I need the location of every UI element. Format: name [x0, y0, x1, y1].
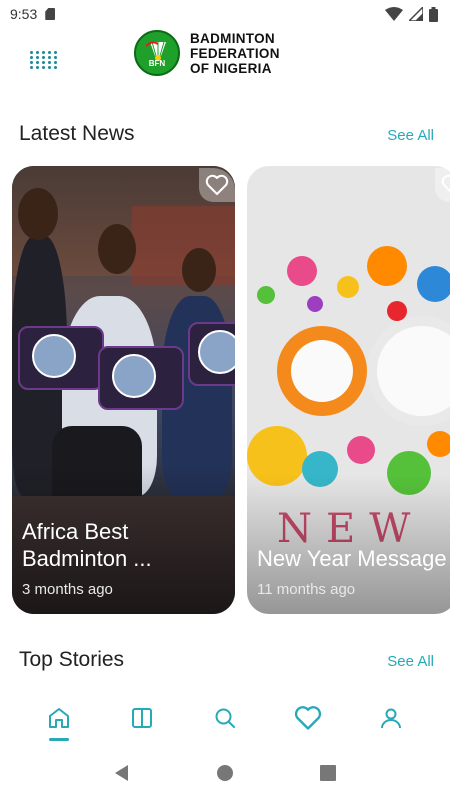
top-stories-title: Top Stories	[19, 648, 125, 671]
bottom-navigation	[0, 690, 450, 746]
logo-line-2: FEDERATION	[190, 45, 280, 61]
news-card-time: 3 months ago	[22, 581, 113, 598]
latest-news-header: Latest News See All	[19, 122, 434, 146]
recents-icon	[320, 765, 337, 781]
nav-home-tab[interactable]	[36, 695, 82, 741]
system-recents-button[interactable]	[308, 753, 348, 793]
nav-library-tab[interactable]	[119, 695, 165, 741]
logo-line-3: OF NIGERIA	[190, 60, 272, 76]
news-card-time: 11 months ago	[257, 581, 356, 598]
system-back-button[interactable]	[102, 753, 142, 793]
profile-icon	[380, 708, 401, 729]
wifi-icon	[385, 7, 403, 21]
top-stories-header: Top Stories See All	[19, 648, 434, 672]
latest-news-see-all-link[interactable]: See All	[387, 127, 434, 144]
logo-line-1: BADMINTON	[190, 30, 275, 46]
home-icon	[49, 708, 70, 728]
status-bar: 9:53	[0, 0, 450, 28]
back-icon	[114, 765, 128, 781]
status-time: 9:53	[10, 6, 38, 22]
search-icon	[215, 708, 235, 728]
federation-logo: BFN BADMINTON FEDERATION OF NIGERIA	[134, 30, 280, 76]
nav-favorites-tab[interactable]	[285, 695, 331, 741]
active-tab-indicator	[49, 738, 70, 741]
menu-button[interactable]	[30, 46, 58, 74]
news-card[interactable]: NEW New Year Message 11 months ago	[247, 166, 450, 614]
logo-text: BADMINTON FEDERATION OF NIGERIA	[190, 31, 280, 76]
news-card-title: New Year Message	[257, 546, 447, 571]
app-header: BFN BADMINTON FEDERATION OF NIGERIA	[0, 28, 450, 90]
heart-icon	[294, 706, 321, 730]
news-carousel[interactable]: Africa Best Badminton ... 3 months ago N…	[12, 166, 450, 616]
latest-news-title: Latest News	[19, 122, 135, 145]
heart-outline-icon	[205, 174, 229, 195]
home-circle-icon	[216, 765, 233, 781]
news-card[interactable]: Africa Best Badminton ... 3 months ago	[12, 166, 235, 614]
signal-icon	[409, 7, 423, 21]
heart-outline-icon	[441, 174, 450, 193]
sd-card-icon	[45, 8, 56, 20]
system-home-button[interactable]	[205, 753, 245, 793]
battery-icon	[429, 6, 438, 22]
nav-search-tab[interactable]	[202, 695, 248, 741]
favorite-button[interactable]	[435, 168, 450, 202]
news-card-title: Africa Best Badminton ...	[22, 519, 152, 571]
book-icon	[132, 708, 153, 728]
top-stories-see-all-link[interactable]: See All	[387, 653, 434, 670]
nav-profile-tab[interactable]	[368, 695, 414, 741]
logo-badge: BFN	[134, 30, 180, 76]
logo-badge-text: BFN	[148, 59, 166, 68]
system-navigation-bar	[0, 746, 450, 800]
